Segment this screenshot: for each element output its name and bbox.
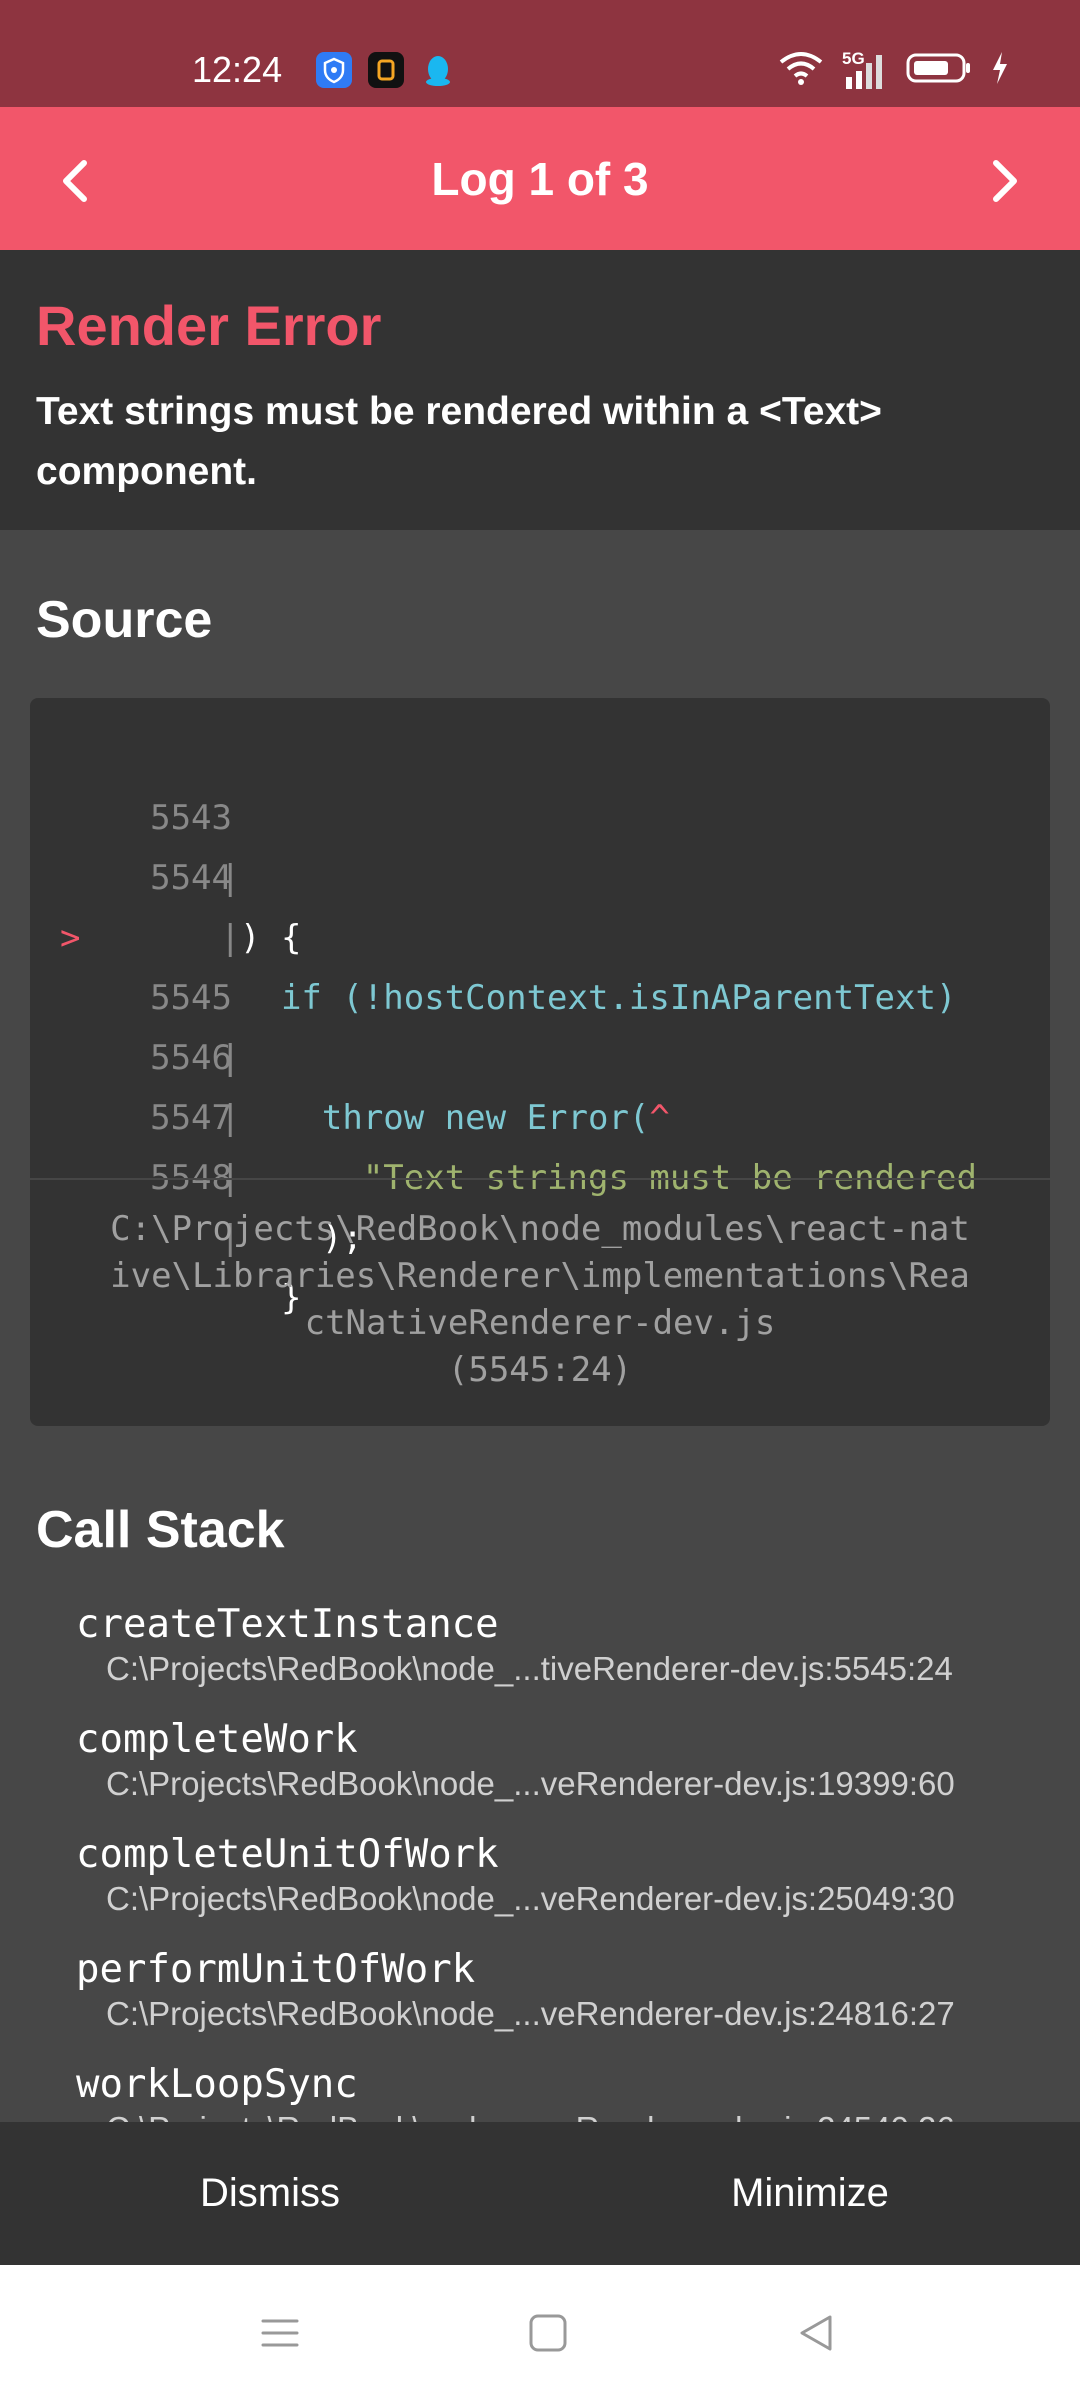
frame-location: C:\Projects\RedBook\node_...tiveRenderer… <box>106 1650 953 1687</box>
frame-function: completeUnitOfWork <box>76 1832 499 1877</box>
file-path-text: C:\Projects\RedBook\node_modules\react-n… <box>110 1209 970 1343</box>
stack-frame[interactable]: completeWork C:\Projects\RedBook\node_..… <box>76 1715 1026 1803</box>
call-stack-list[interactable]: createTextInstance C:\Projects\RedBook\n… <box>0 1590 1080 2122</box>
code-line: 5546 | "Text strings must be rendered <box>30 968 1050 1198</box>
error-message: Text strings must be rendered within a <… <box>36 390 882 493</box>
dismiss-button[interactable]: Dismiss <box>0 2122 540 2265</box>
minimize-button[interactable]: Minimize <box>540 2122 1080 2265</box>
system-nav-bar <box>0 2265 1080 2400</box>
file-position: (5545:24) <box>447 1350 633 1390</box>
code-line: 5543 | ) { <box>30 728 1050 958</box>
menu-icon <box>260 2313 300 2358</box>
code-line: 5544 | if (!hostContext.isInAParentText) <box>30 788 1050 1018</box>
code-frame: 5543 | ) { 5544 | if (!hostContext.isInA… <box>30 698 1050 1426</box>
action-footer: Dismiss Minimize <box>0 2122 1080 2265</box>
frame-function: performUnitOfWork <box>76 1947 476 1992</box>
log-navigation-bar: Log 1 of 3 <box>0 107 1080 250</box>
error-title: Render Error <box>36 294 382 357</box>
error-header: Render Error Text strings must be render… <box>0 250 1080 530</box>
wifi-icon <box>778 50 824 91</box>
home-button[interactable] <box>518 2305 578 2365</box>
menu-button[interactable] <box>250 2305 310 2365</box>
call-stack-section-title: Call Stack <box>36 1501 285 1559</box>
battery-icon <box>906 51 972 90</box>
frame-function: completeWork <box>76 1717 358 1762</box>
code-line: 5548 | } <box>30 1088 1050 1318</box>
frame-location: C:\Projects\RedBook\node_...veRenderer-d… <box>106 1765 955 1802</box>
back-icon <box>796 2313 836 2358</box>
code-line: | ^ <box>30 908 1050 1138</box>
frame-function: createTextInstance <box>76 1602 499 1647</box>
home-icon <box>528 2313 568 2358</box>
chevron-right-icon <box>984 157 1024 210</box>
code-divider <box>30 1178 1050 1180</box>
penguin-app-icon <box>420 52 456 88</box>
code-line: 5547 | ); <box>30 1028 1050 1258</box>
charging-icon <box>990 50 1010 91</box>
stack-frame[interactable]: completeUnitOfWork C:\Projects\RedBook\n… <box>76 1830 1026 1918</box>
frame-location: C:\Projects\RedBook\node_...veRenderer-d… <box>106 1880 955 1917</box>
next-log-button[interactable] <box>968 147 1040 219</box>
back-button[interactable] <box>786 2305 846 2365</box>
source-section-title: Source <box>36 591 213 649</box>
status-time: 12:24 <box>192 49 283 90</box>
stack-frame[interactable]: createTextInstance C:\Projects\RedBook\n… <box>76 1600 1026 1688</box>
source-file-path[interactable]: C:\Projects\RedBook\node_modules\react-n… <box>100 1206 980 1394</box>
frame-location: C:\Projects\RedBook\node_...veRenderer-d… <box>106 2110 1026 2122</box>
d-app-icon <box>368 52 404 88</box>
status-bar: 12:24 5G <box>0 0 1080 107</box>
frame-location: C:\Projects\RedBook\node_...veRenderer-d… <box>106 1995 955 2032</box>
frame-function: workLoopSync <box>76 2062 358 2107</box>
signal-icon: 5G <box>842 49 888 91</box>
stack-frame[interactable]: workLoopSync C:\Projects\RedBook\node_..… <box>76 2060 1026 2122</box>
shield-app-icon <box>316 52 352 88</box>
stack-frame[interactable]: performUnitOfWork C:\Projects\RedBook\no… <box>76 1945 1026 2033</box>
code-line-highlighted: > 5545 | throw new Error( <box>30 848 1050 1138</box>
log-title: Log 1 of 3 <box>431 153 649 205</box>
